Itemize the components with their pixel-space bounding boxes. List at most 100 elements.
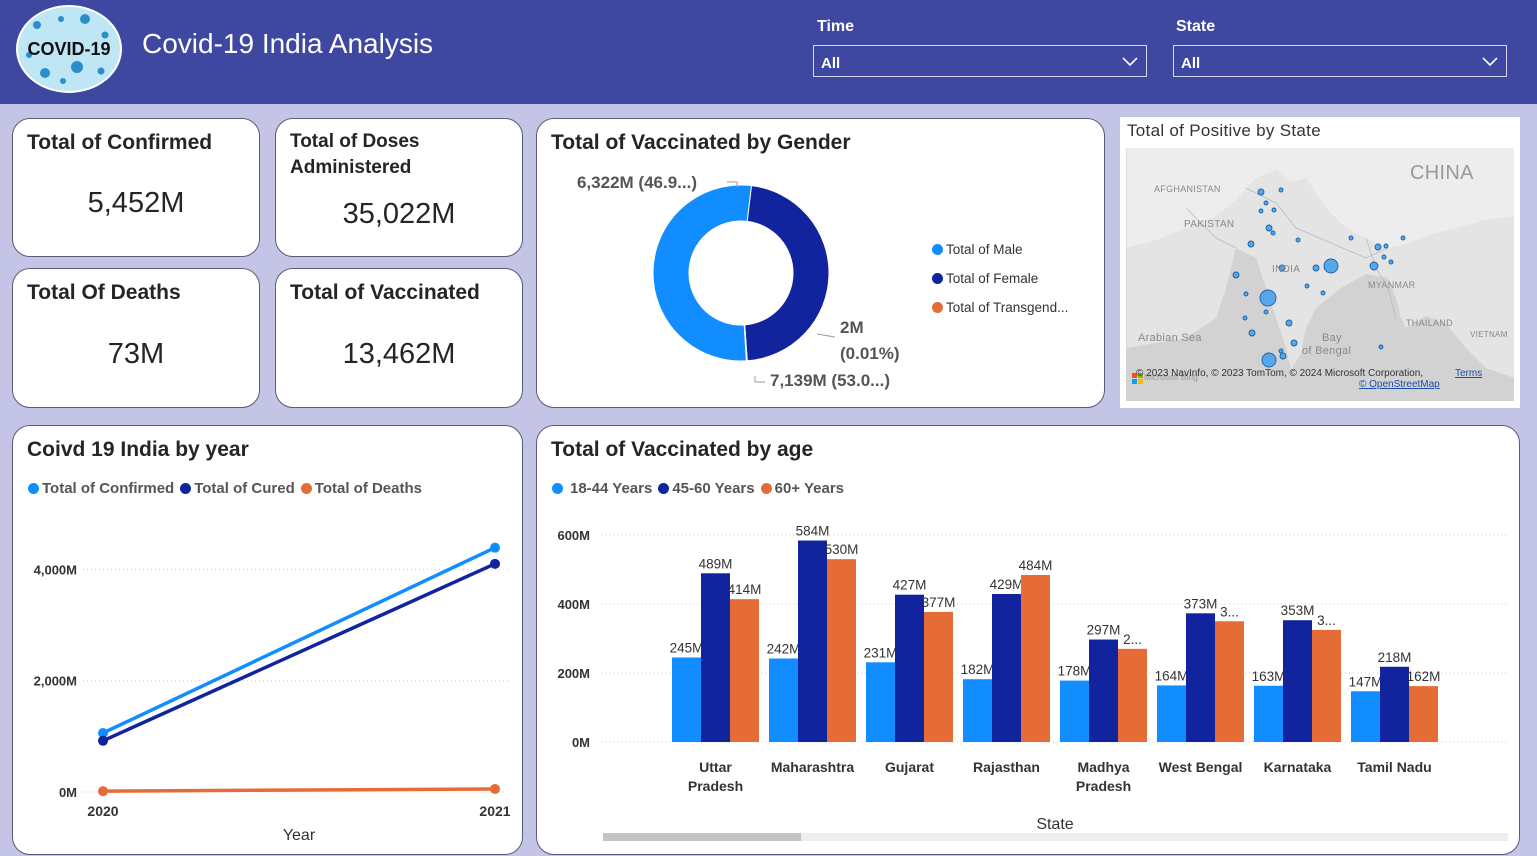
state-bubble[interactable] (1312, 264, 1320, 272)
bar-data-label: 414M (728, 582, 762, 597)
bar[interactable] (701, 573, 730, 742)
data-point[interactable] (98, 735, 108, 746)
x-tick-label: 2021 (479, 803, 510, 819)
time-filter-dropdown[interactable]: All (813, 45, 1147, 77)
state-bubble[interactable] (1374, 243, 1382, 251)
horizontal-scrollbar[interactable] (603, 833, 1508, 841)
bar[interactable] (1283, 620, 1312, 742)
state-bubble[interactable] (1388, 259, 1394, 265)
legend-item-male[interactable]: Total of Male (932, 242, 1068, 271)
state-bubble[interactable] (1278, 187, 1284, 193)
legend-item-transgender[interactable]: Total of Transgend... (932, 300, 1068, 329)
transgender-value-label: 2M (840, 318, 864, 337)
state-bubble[interactable] (1243, 291, 1249, 297)
donut-slice-female[interactable] (744, 185, 830, 362)
bar[interactable] (672, 657, 701, 742)
kpi-card-confirmed[interactable]: Total of Confirmed 5,452M (12, 118, 260, 257)
x-tick-label: Rajasthan (973, 759, 1040, 775)
y-tick-label: 200M (557, 666, 590, 681)
state-bubble[interactable] (1381, 254, 1387, 260)
state-bubble[interactable] (1258, 208, 1264, 214)
data-point[interactable] (490, 783, 500, 794)
bar[interactable] (992, 593, 1021, 742)
series-line-total-of-deaths[interactable] (102, 787, 496, 793)
x-tick-label: Gujarat (885, 759, 934, 775)
bar-data-label: 242M (767, 642, 801, 657)
series-line-total-of-cured[interactable] (102, 562, 496, 743)
bar[interactable] (1060, 680, 1089, 742)
bar[interactable] (1215, 621, 1244, 742)
state-bubble[interactable] (1248, 329, 1256, 337)
bar[interactable] (1312, 629, 1341, 742)
bar[interactable] (1254, 685, 1283, 742)
osm-link[interactable]: © OpenStreetMap (1359, 379, 1440, 390)
state-bubble[interactable] (1259, 289, 1277, 307)
state-bubble[interactable] (1348, 235, 1354, 241)
kpi-value: 35,022M (342, 198, 456, 230)
state-bubble[interactable] (1257, 188, 1265, 196)
bar[interactable] (1021, 575, 1050, 742)
time-filter-value: All (821, 55, 841, 72)
state-bubble[interactable] (1383, 243, 1389, 249)
x-tick-label: Pradesh (1076, 778, 1131, 794)
bar[interactable] (1351, 691, 1380, 742)
data-point[interactable] (490, 542, 500, 553)
state-bubble[interactable] (1278, 348, 1284, 354)
state-bubble[interactable] (1263, 200, 1269, 206)
bar[interactable] (798, 540, 827, 742)
x-tick-label: Uttar (699, 759, 732, 775)
state-bubble[interactable] (1261, 352, 1277, 368)
female-data-label: 6,322M (46.9...) (577, 173, 697, 192)
kpi-card-vaccinated[interactable]: Total of Vaccinated 13,462M (275, 268, 523, 408)
donut-slice-male[interactable] (652, 184, 753, 362)
kpi-title: Total of Doses Administered (290, 131, 420, 178)
bar[interactable] (895, 594, 924, 742)
state-bubble[interactable] (1323, 258, 1339, 274)
state-bubble[interactable] (1290, 339, 1298, 347)
gender-chart-panel[interactable]: Total of Vaccinated by Gender 6,322M (46… (536, 118, 1105, 408)
age-chart-panel[interactable]: Total of Vaccinated by age 18-44 Years 45… (536, 425, 1520, 855)
age-bar-chart[interactable]: 600M 400M 200M 0M 245M 489M 414M Uttar Pradesh 24… (537, 426, 1521, 856)
state-bubble[interactable] (1304, 283, 1310, 289)
bar[interactable] (1089, 639, 1118, 742)
state-bubble[interactable] (1320, 290, 1326, 296)
data-point[interactable] (98, 786, 108, 797)
kpi-card-doses[interactable]: Total of Doses Administered 35,022M (275, 118, 523, 257)
bar[interactable] (1157, 685, 1186, 742)
state-bubble[interactable] (1285, 319, 1293, 327)
state-map[interactable]: CHINA AFGHANISTAN PAKISTAN INDIA MYANMAR… (1126, 148, 1514, 401)
bar[interactable] (1380, 666, 1409, 742)
state-filter-dropdown[interactable]: All (1173, 45, 1507, 77)
bar[interactable] (963, 679, 992, 742)
bar[interactable] (866, 662, 895, 742)
state-bubble[interactable] (1247, 240, 1255, 248)
state-bubble[interactable] (1263, 309, 1269, 315)
state-bubble[interactable] (1400, 235, 1406, 241)
state-bubble[interactable] (1279, 352, 1287, 360)
year-chart-panel[interactable]: Coivd 19 India by year Total of Confirme… (12, 425, 523, 855)
map-panel[interactable]: Total of Positive by State CHINA AFGHANI… (1120, 117, 1520, 408)
bar[interactable] (1409, 686, 1438, 742)
bar[interactable] (1186, 613, 1215, 742)
state-bubble[interactable] (1295, 237, 1301, 243)
bar[interactable] (730, 599, 759, 742)
bar-data-label: 373M (1184, 596, 1218, 611)
state-bubble[interactable] (1378, 344, 1384, 350)
bar[interactable] (769, 658, 798, 742)
map-terms-link[interactable]: Terms (1455, 368, 1482, 379)
data-point[interactable] (490, 558, 500, 569)
series-line-total-of-confirmed[interactable] (102, 546, 496, 735)
bar[interactable] (1118, 648, 1147, 742)
state-bubble[interactable] (1232, 271, 1240, 279)
state-bubble[interactable] (1265, 224, 1273, 232)
year-line-chart[interactable]: 4,000M 2,000M 0M 2020 2021 Year (13, 426, 524, 856)
bar[interactable] (924, 611, 953, 742)
state-bubble[interactable] (1271, 207, 1277, 213)
scrollbar-thumb[interactable] (603, 833, 801, 841)
kpi-card-deaths[interactable]: Total Of Deaths 73M (12, 268, 260, 408)
bar[interactable] (827, 559, 856, 742)
state-bubble[interactable] (1270, 230, 1276, 236)
state-bubble[interactable] (1369, 261, 1379, 271)
legend-item-female[interactable]: Total of Female (932, 271, 1068, 300)
state-bubble[interactable] (1242, 315, 1248, 321)
